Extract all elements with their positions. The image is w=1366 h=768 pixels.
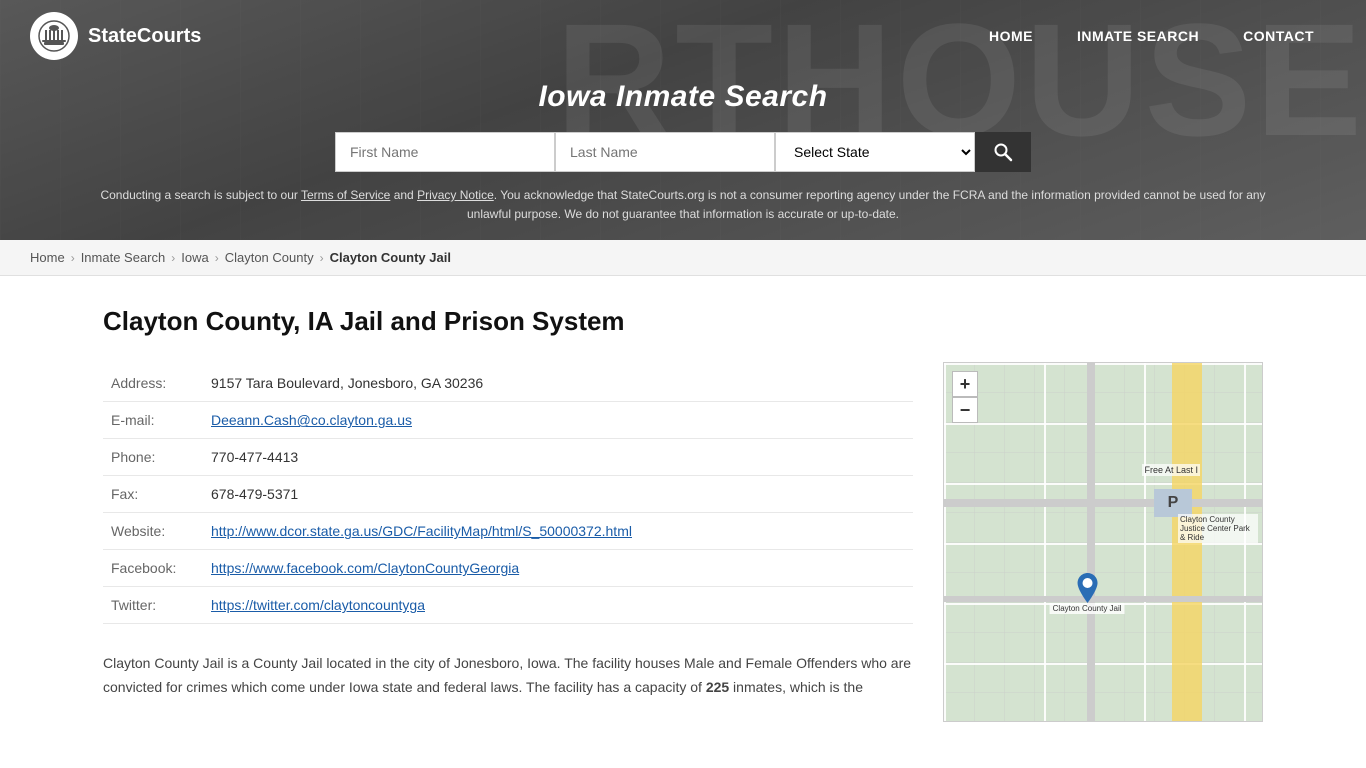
website-label: Website: (103, 513, 203, 550)
twitter-link[interactable]: https://twitter.com/claytoncountyga (211, 597, 425, 613)
capacity-value: 225 (706, 679, 729, 695)
search-bar: Select State Iowa Georgia Alabama Califo… (0, 132, 1366, 186)
logo-icon (30, 12, 78, 60)
website-value: http://www.dcor.state.ga.us/GDC/Facility… (203, 513, 913, 550)
breadcrumb-sep-4: › (320, 251, 324, 265)
facebook-link[interactable]: https://www.facebook.com/ClaytonCountyGe… (211, 560, 519, 576)
map-label-justice: Clayton County Justice Center Park & Rid… (1178, 514, 1258, 543)
facility-info: Clayton County, IA Jail and Prison Syste… (103, 306, 913, 722)
info-table: Address: 9157 Tara Boulevard, Jonesboro,… (103, 365, 913, 624)
table-row: Twitter: https://twitter.com/claytoncoun… (103, 587, 913, 624)
breadcrumb-home[interactable]: Home (30, 250, 65, 265)
map-marker-label: Clayton County Jail (1050, 603, 1125, 614)
facility-heading: Clayton County, IA Jail and Prison Syste… (103, 306, 913, 337)
disclaimer-and: and (390, 188, 417, 202)
privacy-link[interactable]: Privacy Notice (417, 188, 494, 202)
map-area: P Free At Last I Clayton County Justice … (943, 362, 1263, 722)
facility-description: Clayton County Jail is a County Jail loc… (103, 652, 913, 700)
site-logo[interactable]: StateCourts (30, 12, 201, 60)
breadcrumb: Home › Inmate Search › Iowa › Clayton Co… (0, 240, 1366, 276)
nav-links: HOME INMATE SEARCH CONTACT (967, 18, 1336, 54)
facebook-value: https://www.facebook.com/ClaytonCountyGe… (203, 550, 913, 587)
email-value: Deeann.Cash@co.clayton.ga.us (203, 402, 913, 439)
twitter-label: Twitter: (103, 587, 203, 624)
phone-label: Phone: (103, 439, 203, 476)
map-zoom-in[interactable]: + (952, 371, 978, 397)
map-parking-label: P (1154, 489, 1192, 517)
map-road-h1 (944, 499, 1262, 507)
map-marker-pin (1077, 573, 1097, 601)
map-road-v1 (1087, 363, 1095, 721)
nav-contact[interactable]: CONTACT (1221, 18, 1336, 54)
map-label-free: Free At Last I (1142, 464, 1200, 476)
main-content: Clayton County, IA Jail and Prison Syste… (63, 276, 1303, 752)
first-name-input[interactable] (335, 132, 555, 172)
map-zoom-out[interactable]: − (952, 397, 978, 423)
hero-section: StateCourts HOME INMATE SEARCH CONTACT I… (0, 0, 1366, 240)
breadcrumb-inmate-search[interactable]: Inmate Search (81, 250, 166, 265)
facebook-label: Facebook: (103, 550, 203, 587)
email-label: E-mail: (103, 402, 203, 439)
twitter-value: https://twitter.com/claytoncountyga (203, 587, 913, 624)
terms-link[interactable]: Terms of Service (301, 188, 390, 202)
map-marker: Clayton County Jail (1050, 573, 1125, 614)
search-icon (993, 142, 1013, 162)
disclaimer: Conducting a search is subject to our Te… (0, 186, 1366, 240)
breadcrumb-county[interactable]: Clayton County (225, 250, 314, 265)
breadcrumb-current: Clayton County Jail (330, 250, 451, 265)
email-link[interactable]: Deeann.Cash@co.clayton.ga.us (211, 412, 412, 428)
phone-value: 770-477-4413 (203, 439, 913, 476)
table-row: Address: 9157 Tara Boulevard, Jonesboro,… (103, 365, 913, 402)
hero-title-area: Iowa Inmate Search (0, 72, 1366, 132)
table-row: Phone: 770-477-4413 (103, 439, 913, 476)
disclaimer-text-before: Conducting a search is subject to our (100, 188, 301, 202)
top-navigation: StateCourts HOME INMATE SEARCH CONTACT (0, 0, 1366, 72)
table-row: E-mail: Deeann.Cash@co.clayton.ga.us (103, 402, 913, 439)
address-value: 9157 Tara Boulevard, Jonesboro, GA 30236 (203, 365, 913, 402)
breadcrumb-state[interactable]: Iowa (181, 250, 208, 265)
hero-title: Iowa Inmate Search (0, 80, 1366, 114)
fax-value: 678-479-5371 (203, 476, 913, 513)
address-label: Address: (103, 365, 203, 402)
state-select[interactable]: Select State Iowa Georgia Alabama Califo… (775, 132, 975, 172)
search-button[interactable] (975, 132, 1031, 172)
breadcrumb-sep-1: › (71, 251, 75, 265)
breadcrumb-sep-2: › (171, 251, 175, 265)
fax-label: Fax: (103, 476, 203, 513)
disclaimer-text-after: . You acknowledge that StateCourts.org i… (467, 188, 1266, 221)
last-name-input[interactable] (555, 132, 775, 172)
table-row: Website: http://www.dcor.state.ga.us/GDC… (103, 513, 913, 550)
logo-text: StateCourts (88, 25, 201, 48)
nav-home[interactable]: HOME (967, 18, 1055, 54)
description-after: inmates, which is the (729, 679, 863, 695)
map-controls: + − (952, 371, 978, 423)
breadcrumb-sep-3: › (215, 251, 219, 265)
table-row: Fax: 678-479-5371 (103, 476, 913, 513)
table-row: Facebook: https://www.facebook.com/Clayt… (103, 550, 913, 587)
website-link[interactable]: http://www.dcor.state.ga.us/GDC/Facility… (211, 523, 632, 539)
nav-inmate-search[interactable]: INMATE SEARCH (1055, 18, 1221, 54)
